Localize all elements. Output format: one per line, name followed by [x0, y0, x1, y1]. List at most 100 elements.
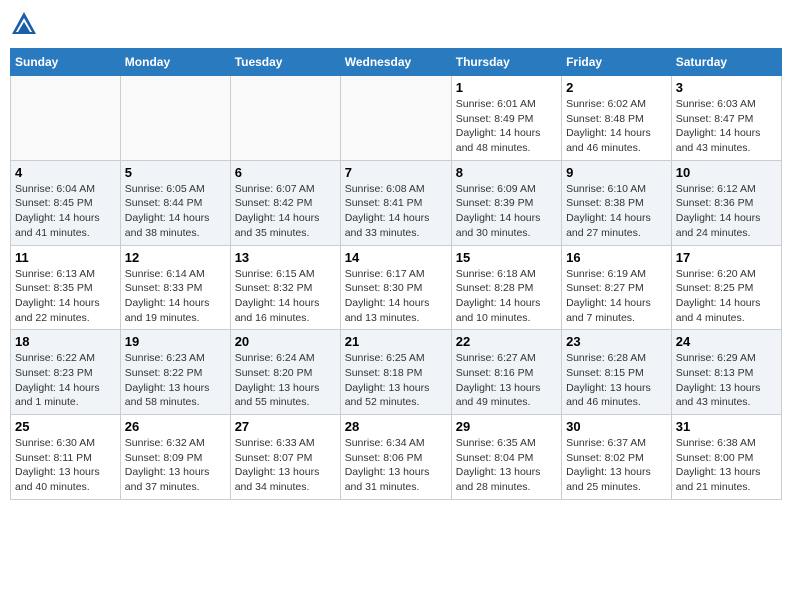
- day-info: Sunrise: 6:02 AM Sunset: 8:48 PM Dayligh…: [566, 97, 667, 156]
- calendar-day-cell: 7 Sunrise: 6:08 AM Sunset: 8:41 PM Daylig…: [340, 160, 451, 245]
- day-info: Sunrise: 6:37 AM Sunset: 8:02 PM Dayligh…: [566, 436, 667, 495]
- day-number: 4: [15, 165, 116, 180]
- day-info: Sunrise: 6:10 AM Sunset: 8:38 PM Dayligh…: [566, 182, 667, 241]
- day-info: Sunrise: 6:30 AM Sunset: 8:11 PM Dayligh…: [15, 436, 116, 495]
- day-number: 1: [456, 80, 557, 95]
- calendar-day-header: Wednesday: [340, 49, 451, 76]
- day-info: Sunrise: 6:17 AM Sunset: 8:30 PM Dayligh…: [345, 267, 447, 326]
- calendar-day-cell: 22 Sunrise: 6:27 AM Sunset: 8:16 PM Dayli…: [451, 330, 561, 415]
- calendar-day-cell: 13 Sunrise: 6:15 AM Sunset: 8:32 PM Dayli…: [230, 245, 340, 330]
- day-number: 30: [566, 419, 667, 434]
- day-number: 18: [15, 334, 116, 349]
- day-info: Sunrise: 6:04 AM Sunset: 8:45 PM Dayligh…: [15, 182, 116, 241]
- calendar-day-cell: 23 Sunrise: 6:28 AM Sunset: 8:15 PM Dayli…: [562, 330, 672, 415]
- day-number: 15: [456, 250, 557, 265]
- calendar-day-cell: 3 Sunrise: 6:03 AM Sunset: 8:47 PM Daylig…: [671, 76, 781, 161]
- day-number: 2: [566, 80, 667, 95]
- day-info: Sunrise: 6:25 AM Sunset: 8:18 PM Dayligh…: [345, 351, 447, 410]
- day-info: Sunrise: 6:03 AM Sunset: 8:47 PM Dayligh…: [676, 97, 777, 156]
- day-info: Sunrise: 6:12 AM Sunset: 8:36 PM Dayligh…: [676, 182, 777, 241]
- day-number: 26: [125, 419, 226, 434]
- day-info: Sunrise: 6:34 AM Sunset: 8:06 PM Dayligh…: [345, 436, 447, 495]
- day-number: 6: [235, 165, 336, 180]
- day-number: 31: [676, 419, 777, 434]
- calendar-day-cell: 19 Sunrise: 6:23 AM Sunset: 8:22 PM Dayli…: [120, 330, 230, 415]
- day-info: Sunrise: 6:18 AM Sunset: 8:28 PM Dayligh…: [456, 267, 557, 326]
- day-info: Sunrise: 6:29 AM Sunset: 8:13 PM Dayligh…: [676, 351, 777, 410]
- calendar-day-cell: 24 Sunrise: 6:29 AM Sunset: 8:13 PM Dayli…: [671, 330, 781, 415]
- day-info: Sunrise: 6:13 AM Sunset: 8:35 PM Dayligh…: [15, 267, 116, 326]
- calendar-day-cell: 26 Sunrise: 6:32 AM Sunset: 8:09 PM Dayli…: [120, 415, 230, 500]
- day-number: 13: [235, 250, 336, 265]
- day-info: Sunrise: 6:01 AM Sunset: 8:49 PM Dayligh…: [456, 97, 557, 156]
- calendar-day-cell: [230, 76, 340, 161]
- logo-icon: [10, 10, 38, 38]
- calendar-week-row: 25 Sunrise: 6:30 AM Sunset: 8:11 PM Dayli…: [11, 415, 782, 500]
- calendar-day-cell: 28 Sunrise: 6:34 AM Sunset: 8:06 PM Dayli…: [340, 415, 451, 500]
- day-number: 17: [676, 250, 777, 265]
- day-number: 7: [345, 165, 447, 180]
- calendar-day-cell: 9 Sunrise: 6:10 AM Sunset: 8:38 PM Daylig…: [562, 160, 672, 245]
- day-info: Sunrise: 6:33 AM Sunset: 8:07 PM Dayligh…: [235, 436, 336, 495]
- calendar-day-cell: 18 Sunrise: 6:22 AM Sunset: 8:23 PM Dayli…: [11, 330, 121, 415]
- calendar-day-cell: 15 Sunrise: 6:18 AM Sunset: 8:28 PM Dayli…: [451, 245, 561, 330]
- day-number: 19: [125, 334, 226, 349]
- day-info: Sunrise: 6:27 AM Sunset: 8:16 PM Dayligh…: [456, 351, 557, 410]
- calendar-day-header: Thursday: [451, 49, 561, 76]
- day-number: 21: [345, 334, 447, 349]
- calendar-table: SundayMondayTuesdayWednesdayThursdayFrid…: [10, 48, 782, 500]
- calendar-week-row: 11 Sunrise: 6:13 AM Sunset: 8:35 PM Dayli…: [11, 245, 782, 330]
- day-number: 5: [125, 165, 226, 180]
- calendar-day-cell: 8Sunrise: 6:09 AM Sunset: 8:39 PM Daylig…: [451, 160, 561, 245]
- calendar-day-header: Saturday: [671, 49, 781, 76]
- day-number: 29: [456, 419, 557, 434]
- day-info: Sunrise: 6:15 AM Sunset: 8:32 PM Dayligh…: [235, 267, 336, 326]
- day-number: 3: [676, 80, 777, 95]
- day-info: Sunrise: 6:35 AM Sunset: 8:04 PM Dayligh…: [456, 436, 557, 495]
- calendar-day-header: Tuesday: [230, 49, 340, 76]
- day-number: 9: [566, 165, 667, 180]
- day-number: 28: [345, 419, 447, 434]
- calendar-day-cell: 10 Sunrise: 6:12 AM Sunset: 8:36 PM Dayli…: [671, 160, 781, 245]
- calendar-day-cell: 1 Sunrise: 6:01 AM Sunset: 8:49 PM Daylig…: [451, 76, 561, 161]
- day-number: 12: [125, 250, 226, 265]
- day-info: Sunrise: 6:08 AM Sunset: 8:41 PM Dayligh…: [345, 182, 447, 241]
- day-number: 10: [676, 165, 777, 180]
- calendar-day-cell: 4 Sunrise: 6:04 AM Sunset: 8:45 PM Daylig…: [11, 160, 121, 245]
- day-number: 11: [15, 250, 116, 265]
- calendar-day-cell: 29 Sunrise: 6:35 AM Sunset: 8:04 PM Dayli…: [451, 415, 561, 500]
- day-info: Sunrise: 6:32 AM Sunset: 8:09 PM Dayligh…: [125, 436, 226, 495]
- day-number: 14: [345, 250, 447, 265]
- day-number: 23: [566, 334, 667, 349]
- calendar-day-cell: 30 Sunrise: 6:37 AM Sunset: 8:02 PM Dayli…: [562, 415, 672, 500]
- page-header: [10, 10, 782, 38]
- calendar-day-cell: 27 Sunrise: 6:33 AM Sunset: 8:07 PM Dayli…: [230, 415, 340, 500]
- day-info: Sunrise: 6:28 AM Sunset: 8:15 PM Dayligh…: [566, 351, 667, 410]
- calendar-day-cell: 20Sunrise: 6:24 AM Sunset: 8:20 PM Dayli…: [230, 330, 340, 415]
- day-info: Sunrise: 6:24 AM Sunset: 8:20 PM Dayligh…: [235, 351, 336, 410]
- day-number: 24: [676, 334, 777, 349]
- calendar-day-cell: 16 Sunrise: 6:19 AM Sunset: 8:27 PM Dayli…: [562, 245, 672, 330]
- calendar-day-header: Monday: [120, 49, 230, 76]
- calendar-day-cell: [340, 76, 451, 161]
- calendar-header-row: SundayMondayTuesdayWednesdayThursdayFrid…: [11, 49, 782, 76]
- day-info: Sunrise: 6:22 AM Sunset: 8:23 PM Dayligh…: [15, 351, 116, 410]
- day-info: Sunrise: 6:19 AM Sunset: 8:27 PM Dayligh…: [566, 267, 667, 326]
- logo: [10, 10, 42, 38]
- calendar-week-row: 4 Sunrise: 6:04 AM Sunset: 8:45 PM Daylig…: [11, 160, 782, 245]
- calendar-day-cell: 12 Sunrise: 6:14 AM Sunset: 8:33 PM Dayli…: [120, 245, 230, 330]
- calendar-day-header: Sunday: [11, 49, 121, 76]
- day-number: 22: [456, 334, 557, 349]
- day-info: Sunrise: 6:09 AM Sunset: 8:39 PM Dayligh…: [456, 182, 557, 241]
- calendar-day-cell: 14 Sunrise: 6:17 AM Sunset: 8:30 PM Dayli…: [340, 245, 451, 330]
- day-info: Sunrise: 6:20 AM Sunset: 8:25 PM Dayligh…: [676, 267, 777, 326]
- calendar-day-cell: 17 Sunrise: 6:20 AM Sunset: 8:25 PM Dayli…: [671, 245, 781, 330]
- calendar-day-cell: 25 Sunrise: 6:30 AM Sunset: 8:11 PM Dayli…: [11, 415, 121, 500]
- day-info: Sunrise: 6:14 AM Sunset: 8:33 PM Dayligh…: [125, 267, 226, 326]
- day-number: 25: [15, 419, 116, 434]
- day-number: 27: [235, 419, 336, 434]
- day-info: Sunrise: 6:23 AM Sunset: 8:22 PM Dayligh…: [125, 351, 226, 410]
- calendar-day-header: Friday: [562, 49, 672, 76]
- day-number: 16: [566, 250, 667, 265]
- calendar-day-cell: 6Sunrise: 6:07 AM Sunset: 8:42 PM Daylig…: [230, 160, 340, 245]
